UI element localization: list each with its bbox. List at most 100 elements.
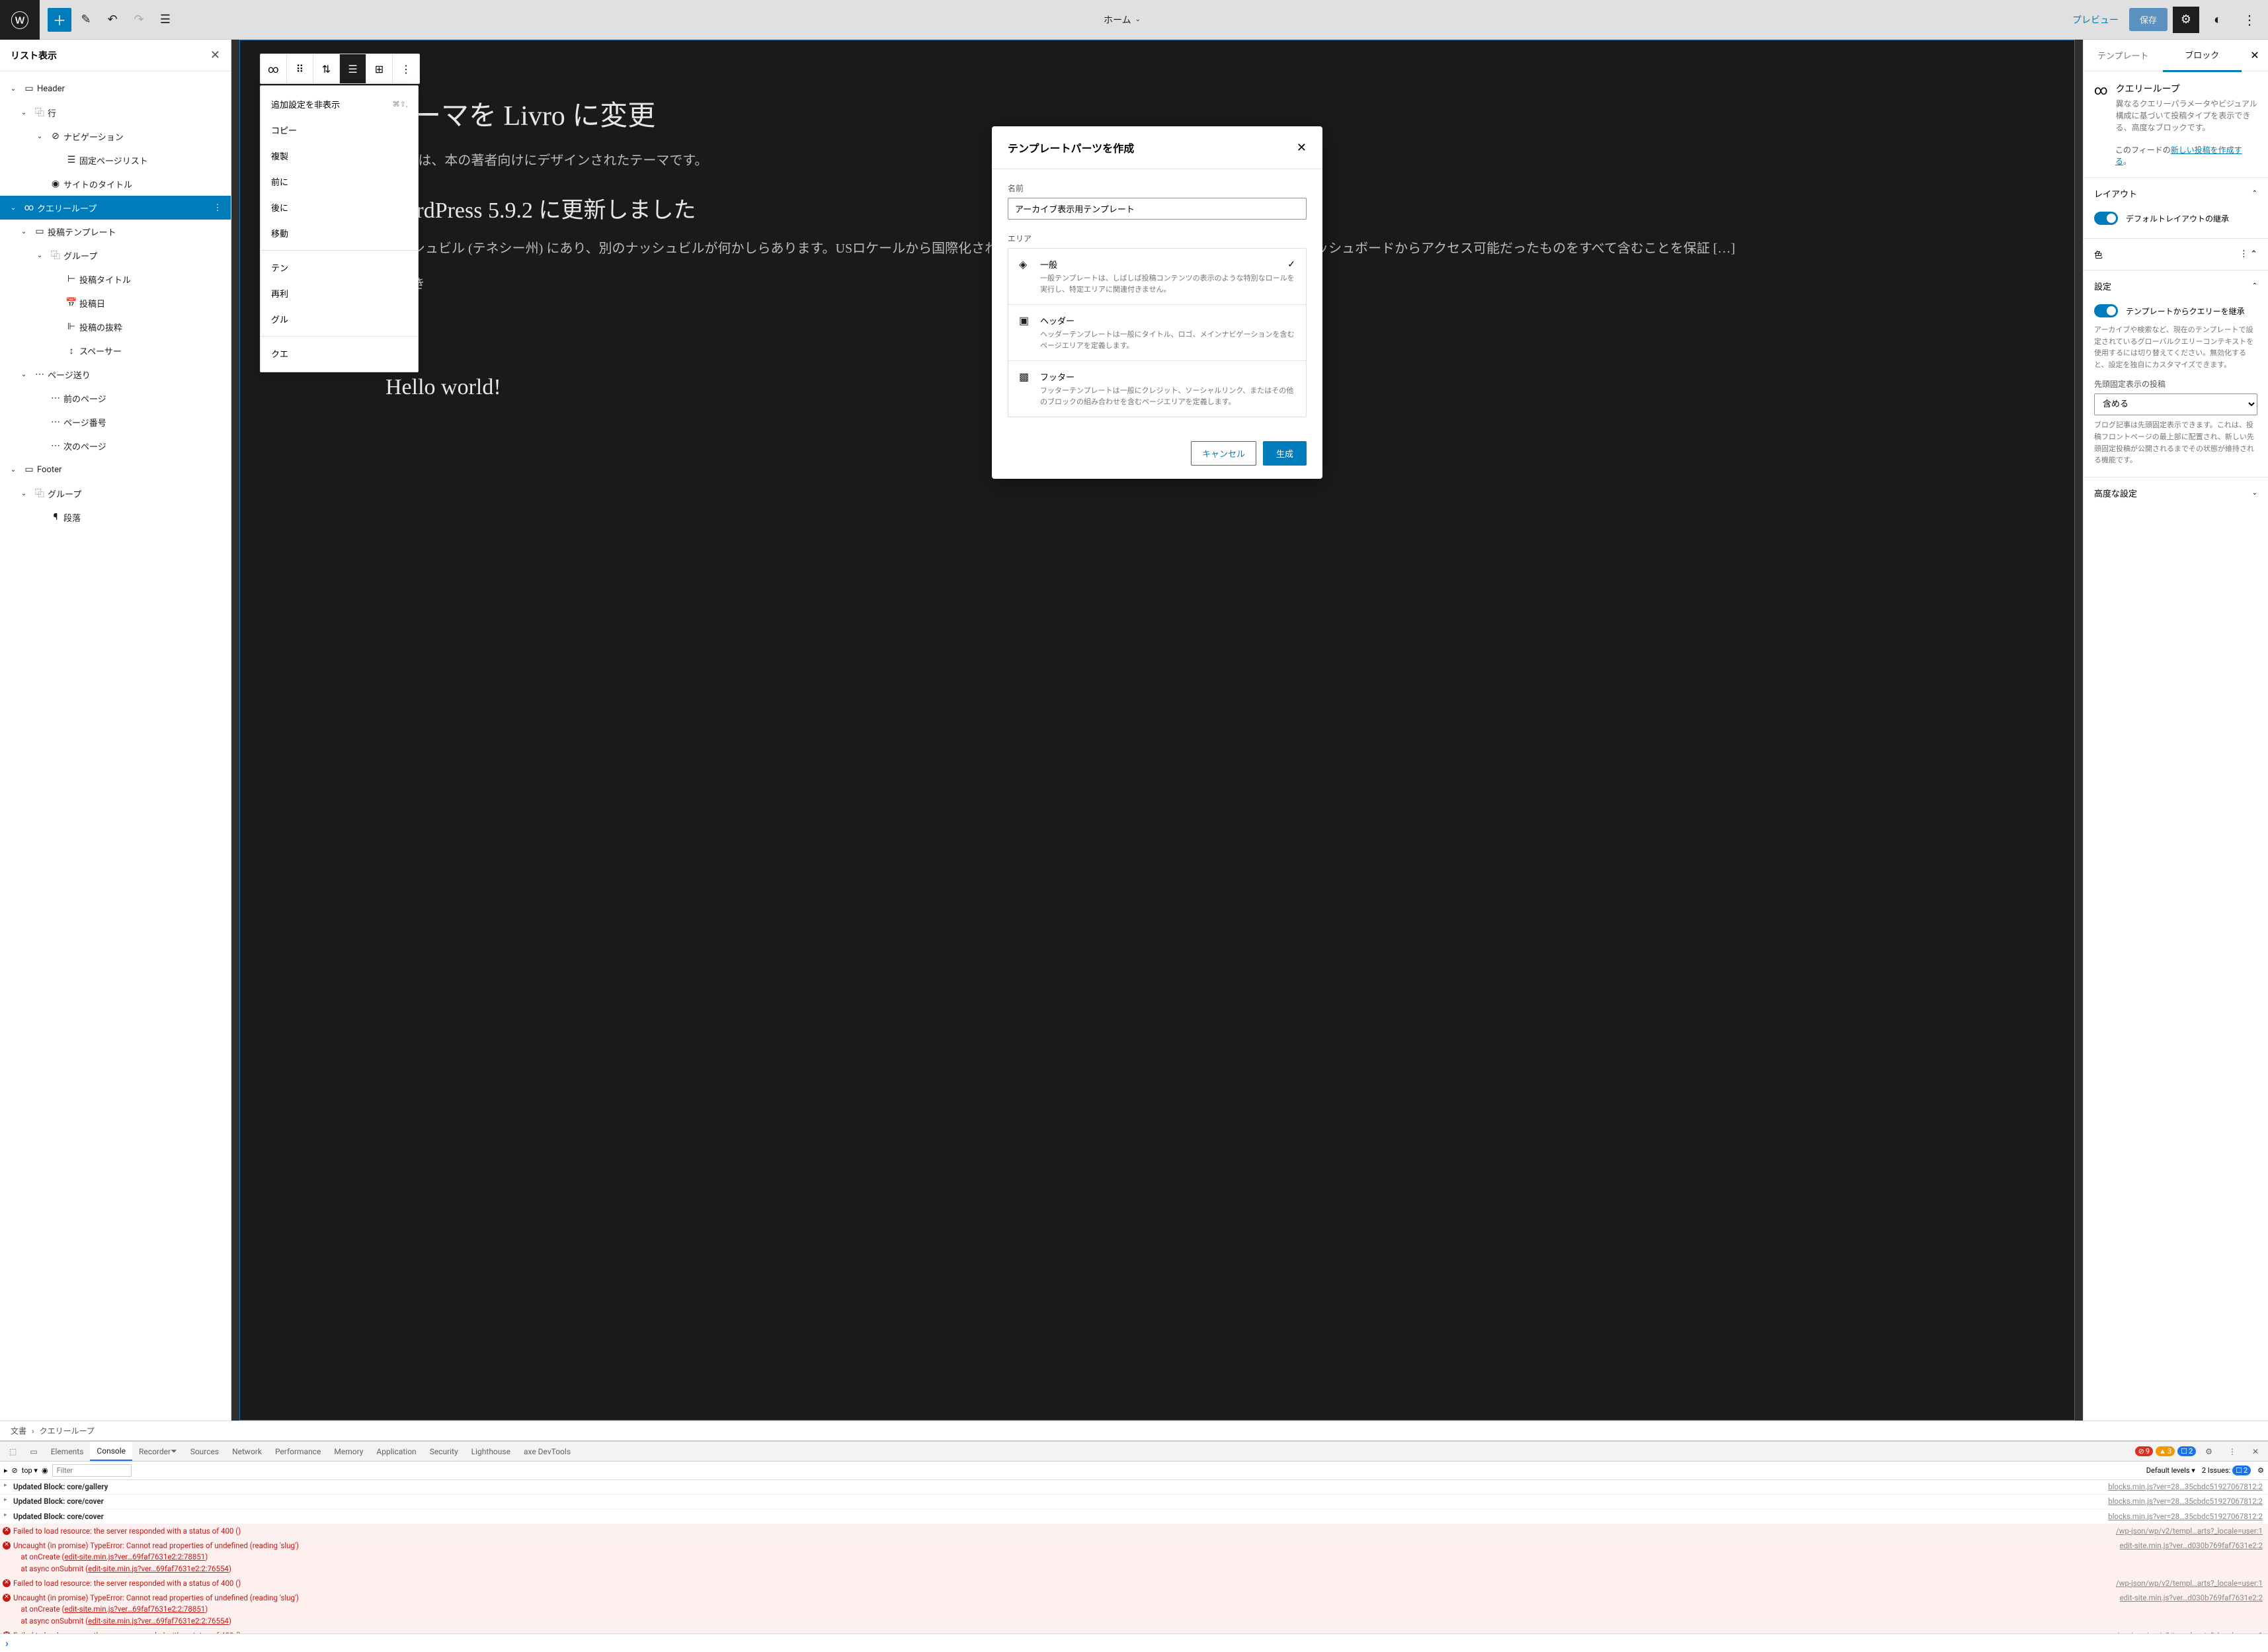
dt-filter-input[interactable] <box>52 1464 132 1477</box>
area-option-footer[interactable]: ▩ フッター フッターテンプレートは一般にクレジット、ソーシャルリンク、またはそ… <box>1008 361 1306 417</box>
page-title-dropdown[interactable]: ホーム ⌄ <box>177 13 2067 26</box>
dt-sidebar-icon[interactable]: ▸ <box>4 1466 8 1475</box>
tab-template[interactable]: テンプレート <box>2084 40 2163 71</box>
dt-more-icon[interactable]: ⋮ <box>2222 1447 2243 1456</box>
dt-device-icon[interactable]: ▭ <box>23 1442 44 1461</box>
dt-tab-memory[interactable]: Memory <box>327 1442 370 1461</box>
breadcrumb-doc[interactable]: 文書 <box>11 1425 26 1436</box>
redo-button[interactable]: ↷ <box>127 8 151 32</box>
breadcrumb-current[interactable]: クエリーループ <box>40 1425 95 1436</box>
close-settings-button[interactable]: ✕ <box>2242 49 2268 62</box>
tree-item-more-icon[interactable]: ⋮ <box>210 203 225 213</box>
feed-note: このフィードの新しい投稿を作成する。 <box>2084 144 2268 177</box>
sticky-help-text: ブログ記事は先頭固定表示できます。これは、投稿フロントページの最上部に配置され、… <box>2094 419 2257 466</box>
settings-button[interactable]: ⚙ <box>2173 7 2199 33</box>
sticky-posts-select[interactable]: 含める <box>2094 393 2257 415</box>
add-block-button[interactable]: ＋ <box>48 8 71 32</box>
chevron-down-icon: ⌄ <box>1135 16 1141 23</box>
area-option-general[interactable]: ◈ 一般✓ 一般テンプレートは、しばしば投稿コンテンツの表示のような特別なロール… <box>1008 249 1306 305</box>
dt-log-line[interactable]: ✕Uncaught (in promise) TypeError: Cannot… <box>0 1539 2268 1577</box>
dt-log-line[interactable]: ✕Failed to load resource: the server res… <box>0 1577 2268 1591</box>
editor-canvas-area: ∞ ⠿ ⇅ ☰ ⊞ ⋮ 追加設定を非表示⌘⇧, コピー 複製 前に 後に 移動 … <box>231 40 2083 1421</box>
dt-tab-application[interactable]: Application <box>370 1442 423 1461</box>
dt-log-line[interactable]: ▸Updated Block: core/coverblocks.min.js?… <box>0 1495 2268 1509</box>
tree-item-footer[interactable]: ⌄▭Footer <box>0 458 231 481</box>
dt-close-icon[interactable]: ✕ <box>2246 1447 2265 1456</box>
dt-log-line[interactable]: ✕Uncaught (in promise) TypeError: Cannot… <box>0 1591 2268 1629</box>
tree-item-next-page[interactable]: ⋯次のページ <box>0 434 231 458</box>
tree-item-group[interactable]: ⌄⿻グループ <box>0 243 231 267</box>
undo-button[interactable]: ↶ <box>101 8 124 32</box>
dt-context-select[interactable]: top ▾ <box>22 1466 38 1475</box>
tree-item-navigation[interactable]: ⌄⊘ナビゲーション <box>0 124 231 148</box>
tree-item-post-title[interactable]: ⊢投稿タイトル <box>0 267 231 291</box>
editor-canvas[interactable]: ∞ ⠿ ⇅ ☰ ⊞ ⋮ 追加設定を非表示⌘⇧, コピー 複製 前に 後に 移動 … <box>239 40 2075 1421</box>
dt-console-input[interactable] <box>13 1639 2263 1648</box>
tree-item-paragraph[interactable]: ¶段落 <box>0 505 231 529</box>
dt-inspect-icon[interactable]: ⬚ <box>3 1442 23 1461</box>
block-tree: ⌄▭Header ⌄⿻行 ⌄⊘ナビゲーション ☰固定ページリスト ◉サイトのタイ… <box>0 71 231 1421</box>
dt-log-line[interactable]: ✕Failed to load resource: the server res… <box>0 1629 2268 1633</box>
tree-item-row[interactable]: ⌄⿻行 <box>0 101 231 124</box>
layout-section-header[interactable]: レイアウト⌃ <box>2084 178 2268 209</box>
tree-item-query-loop[interactable]: ⌄∞クエリーループ⋮ <box>0 196 231 220</box>
dt-tab-console[interactable]: Console <box>90 1442 132 1461</box>
wordpress-logo[interactable]: ⓦ <box>0 0 40 40</box>
more-options-button[interactable]: ⋮ <box>2236 7 2263 33</box>
block-name: クエリーループ <box>2116 82 2257 95</box>
sidebar-title: リスト表示 <box>11 49 57 62</box>
dt-log-line[interactable]: ▸Updated Block: core/galleryblocks.min.j… <box>0 1480 2268 1495</box>
dt-tab-elements[interactable]: Elements <box>44 1442 91 1461</box>
tab-block[interactable]: ブロック <box>2163 40 2242 72</box>
dt-levels-select[interactable]: Default levels ▾ <box>2146 1466 2195 1475</box>
dt-settings-icon[interactable]: ⚙ <box>2199 1447 2219 1456</box>
dt-tab-security[interactable]: Security <box>423 1442 465 1461</box>
dt-log-line[interactable]: ▸Updated Block: core/coverblocks.min.js?… <box>0 1510 2268 1524</box>
area-option-header[interactable]: ▣ ヘッダー ヘッダーテンプレートは一般にタイトル、ロゴ、メインナビゲーションを… <box>1008 305 1306 361</box>
tree-item-post-excerpt[interactable]: ⊩投稿の抜粋 <box>0 315 231 339</box>
tree-item-post-date[interactable]: 📅投稿日 <box>0 291 231 315</box>
create-button[interactable]: 生成 <box>1263 441 1307 466</box>
tree-item-post-template[interactable]: ⌄▭投稿テンプレート <box>0 220 231 243</box>
dt-info-badge[interactable]: ☐ 2 <box>2177 1446 2196 1456</box>
dt-clear-icon[interactable]: ⊘ <box>12 1466 18 1475</box>
cancel-button[interactable]: キャンセル <box>1191 441 1256 466</box>
tree-item-group-footer[interactable]: ⌄⿻グループ <box>0 481 231 505</box>
inherit-query-toggle[interactable] <box>2094 304 2118 317</box>
sticky-posts-label: 先頭固定表示の投稿 <box>2094 378 2257 390</box>
dt-error-badge[interactable]: ⊘ 9 <box>2135 1446 2153 1456</box>
list-view-button[interactable]: ☰ <box>153 8 177 32</box>
tree-item-spacer[interactable]: ↕スペーサー <box>0 339 231 362</box>
dt-tab-performance[interactable]: Performance <box>268 1442 327 1461</box>
tree-item-site-title[interactable]: ◉サイトのタイトル <box>0 172 231 196</box>
tree-item-prev-page[interactable]: ⋯前のページ <box>0 386 231 410</box>
name-field-input[interactable] <box>1008 198 1307 220</box>
tree-item-pagination[interactable]: ⌄⋯ページ送り <box>0 362 231 386</box>
tree-item-page-numbers[interactable]: ⋯ページ番号 <box>0 410 231 434</box>
dt-tab-lighthouse[interactable]: Lighthouse <box>465 1442 517 1461</box>
modal-close-button[interactable]: ✕ <box>1297 141 1307 155</box>
dt-tab-recorder[interactable]: Recorder ⏷ <box>132 1442 184 1461</box>
general-area-icon: ◈ <box>1019 258 1032 295</box>
dt-eye-icon[interactable]: ◉ <box>42 1466 48 1475</box>
dt-tab-network[interactable]: Network <box>225 1442 268 1461</box>
dt-tab-axe[interactable]: axe DevTools <box>517 1442 577 1461</box>
layout-inherit-toggle[interactable] <box>2094 212 2118 225</box>
modal-title: テンプレートパーツを作成 <box>1008 140 1134 155</box>
preview-link[interactable]: プレビュー <box>2067 13 2124 26</box>
dt-log-line[interactable]: ✕Failed to load resource: the server res… <box>0 1524 2268 1539</box>
tree-item-page-list[interactable]: ☰固定ページリスト <box>0 148 231 172</box>
advanced-section-header[interactable]: 高度な設定⌄ <box>2084 477 2268 509</box>
dt-console-input-row: › <box>0 1633 2268 1652</box>
styles-button[interactable]: ◐ <box>2205 7 2231 33</box>
dt-issues-label[interactable]: 2 Issues: ☐ 2 <box>2202 1466 2251 1475</box>
dt-tab-sources[interactable]: Sources <box>184 1442 225 1461</box>
close-sidebar-button[interactable]: ✕ <box>210 48 220 62</box>
color-section-header[interactable]: 色⋮ ⌃ <box>2084 239 2268 270</box>
dt-gear-icon[interactable]: ⚙ <box>2257 1466 2264 1475</box>
save-button[interactable]: 保存 <box>2129 8 2167 31</box>
dt-warning-badge[interactable]: ▲ 3 <box>2156 1446 2175 1456</box>
tree-item-header[interactable]: ⌄▭Header <box>0 77 231 101</box>
settings-section-header[interactable]: 設定⌃ <box>2084 270 2268 302</box>
edit-tool-button[interactable]: ✎ <box>74 8 98 32</box>
